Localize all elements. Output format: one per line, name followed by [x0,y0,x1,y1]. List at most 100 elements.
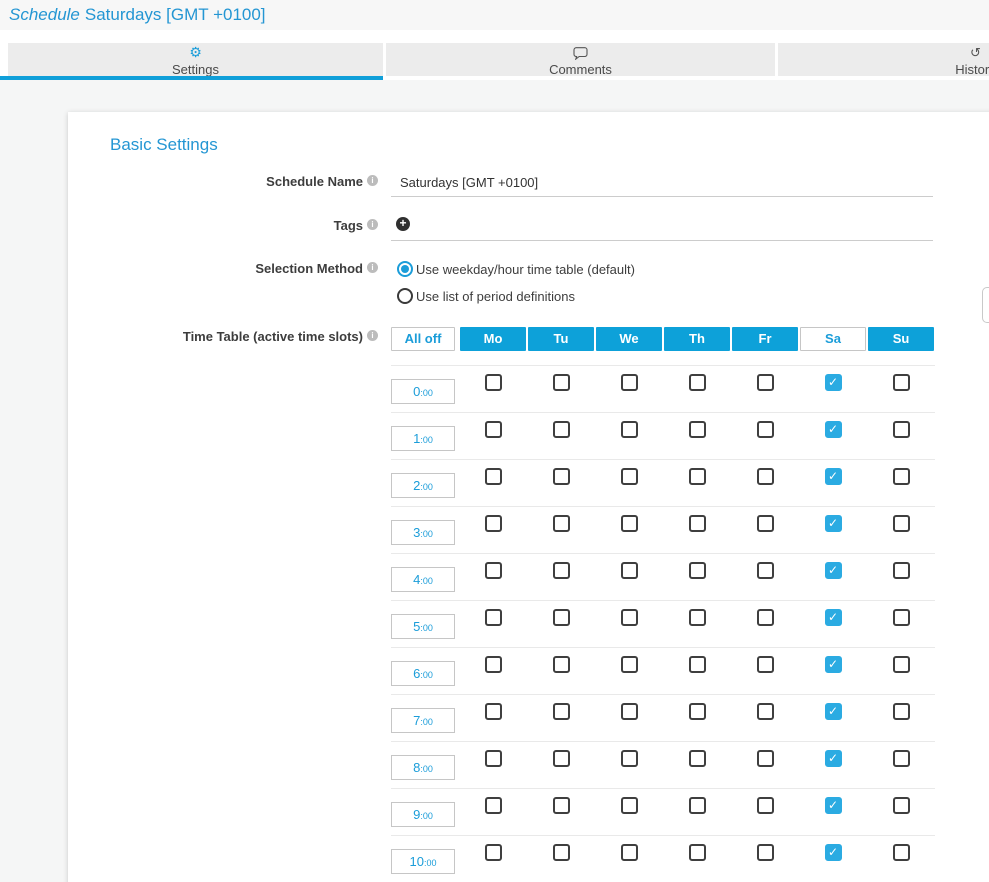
slot-checkbox-fr-8[interactable] [757,750,774,767]
slot-checkbox-we-2[interactable] [621,468,638,485]
hour-toggle-9[interactable]: 9:00 [391,802,455,827]
slot-checkbox-fr-2[interactable] [757,468,774,485]
slot-checkbox-sa-7[interactable] [825,703,842,720]
info-icon[interactable]: i [367,175,378,186]
slot-checkbox-fr-7[interactable] [757,703,774,720]
day-toggle-we[interactable]: We [596,327,662,351]
hour-toggle-10[interactable]: 10:00 [391,849,455,874]
slot-checkbox-su-3[interactable] [893,515,910,532]
slot-checkbox-mo-0[interactable] [485,374,502,391]
slot-checkbox-fr-1[interactable] [757,421,774,438]
hour-toggle-5[interactable]: 5:00 [391,614,455,639]
slot-checkbox-we-5[interactable] [621,609,638,626]
slot-checkbox-sa-1[interactable] [825,421,842,438]
slot-checkbox-fr-3[interactable] [757,515,774,532]
slot-checkbox-th-6[interactable] [689,656,706,673]
slot-checkbox-su-0[interactable] [893,374,910,391]
slot-checkbox-we-0[interactable] [621,374,638,391]
slot-checkbox-fr-5[interactable] [757,609,774,626]
schedule-name-input[interactable]: Saturdays [GMT +0100] [400,175,538,190]
slot-checkbox-th-5[interactable] [689,609,706,626]
slot-checkbox-tu-0[interactable] [553,374,570,391]
slot-checkbox-fr-9[interactable] [757,797,774,814]
slot-checkbox-tu-4[interactable] [553,562,570,579]
hour-toggle-2[interactable]: 2:00 [391,473,455,498]
slot-checkbox-fr-10[interactable] [757,844,774,861]
slot-checkbox-tu-8[interactable] [553,750,570,767]
hour-toggle-8[interactable]: 8:00 [391,755,455,780]
slot-checkbox-su-2[interactable] [893,468,910,485]
slot-checkbox-tu-6[interactable] [553,656,570,673]
slot-checkbox-we-7[interactable] [621,703,638,720]
slot-checkbox-mo-9[interactable] [485,797,502,814]
slot-checkbox-su-4[interactable] [893,562,910,579]
slot-checkbox-sa-5[interactable] [825,609,842,626]
side-panel-handle[interactable] [982,287,989,323]
slot-checkbox-mo-10[interactable] [485,844,502,861]
slot-checkbox-sa-10[interactable] [825,844,842,861]
slot-checkbox-su-10[interactable] [893,844,910,861]
tab-history[interactable]: ↺ History [778,43,989,76]
day-toggle-sa[interactable]: Sa [800,327,866,351]
day-toggle-fr[interactable]: Fr [732,327,798,351]
slot-checkbox-we-10[interactable] [621,844,638,861]
slot-checkbox-tu-1[interactable] [553,421,570,438]
day-toggle-mo[interactable]: Mo [460,327,526,351]
slot-checkbox-mo-6[interactable] [485,656,502,673]
slot-checkbox-mo-3[interactable] [485,515,502,532]
slot-checkbox-fr-0[interactable] [757,374,774,391]
day-toggle-tu[interactable]: Tu [528,327,594,351]
radio-weekday-timetable[interactable] [397,261,413,277]
slot-checkbox-mo-1[interactable] [485,421,502,438]
slot-checkbox-mo-7[interactable] [485,703,502,720]
slot-checkbox-th-8[interactable] [689,750,706,767]
slot-checkbox-tu-3[interactable] [553,515,570,532]
slot-checkbox-we-9[interactable] [621,797,638,814]
day-toggle-su[interactable]: Su [868,327,934,351]
hour-toggle-6[interactable]: 6:00 [391,661,455,686]
slot-checkbox-th-3[interactable] [689,515,706,532]
slot-checkbox-su-7[interactable] [893,703,910,720]
day-toggle-th[interactable]: Th [664,327,730,351]
slot-checkbox-fr-6[interactable] [757,656,774,673]
slot-checkbox-sa-6[interactable] [825,656,842,673]
slot-checkbox-we-4[interactable] [621,562,638,579]
tab-comments[interactable]: Comments [386,43,775,76]
info-icon[interactable]: i [367,219,378,230]
all-off-button[interactable]: All off [391,327,455,351]
slot-checkbox-th-2[interactable] [689,468,706,485]
slot-checkbox-sa-0[interactable] [825,374,842,391]
slot-checkbox-th-0[interactable] [689,374,706,391]
slot-checkbox-th-10[interactable] [689,844,706,861]
slot-checkbox-sa-2[interactable] [825,468,842,485]
slot-checkbox-tu-10[interactable] [553,844,570,861]
slot-checkbox-we-1[interactable] [621,421,638,438]
slot-checkbox-th-9[interactable] [689,797,706,814]
hour-toggle-0[interactable]: 0:00 [391,379,455,404]
slot-checkbox-su-1[interactable] [893,421,910,438]
hour-toggle-4[interactable]: 4:00 [391,567,455,592]
slot-checkbox-we-8[interactable] [621,750,638,767]
tab-settings[interactable]: ⚙ Settings [8,43,383,76]
slot-checkbox-tu-9[interactable] [553,797,570,814]
slot-checkbox-su-9[interactable] [893,797,910,814]
slot-checkbox-tu-5[interactable] [553,609,570,626]
slot-checkbox-we-6[interactable] [621,656,638,673]
slot-checkbox-tu-7[interactable] [553,703,570,720]
slot-checkbox-sa-9[interactable] [825,797,842,814]
hour-toggle-1[interactable]: 1:00 [391,426,455,451]
slot-checkbox-th-1[interactable] [689,421,706,438]
slot-checkbox-sa-4[interactable] [825,562,842,579]
info-icon[interactable]: i [367,330,378,341]
slot-checkbox-mo-2[interactable] [485,468,502,485]
hour-toggle-7[interactable]: 7:00 [391,708,455,733]
slot-checkbox-su-5[interactable] [893,609,910,626]
slot-checkbox-we-3[interactable] [621,515,638,532]
slot-checkbox-th-4[interactable] [689,562,706,579]
slot-checkbox-sa-3[interactable] [825,515,842,532]
info-icon[interactable]: i [367,262,378,273]
slot-checkbox-th-7[interactable] [689,703,706,720]
plus-circle-icon[interactable]: + [396,217,410,231]
radio-period-definitions[interactable] [397,288,413,304]
hour-toggle-3[interactable]: 3:00 [391,520,455,545]
